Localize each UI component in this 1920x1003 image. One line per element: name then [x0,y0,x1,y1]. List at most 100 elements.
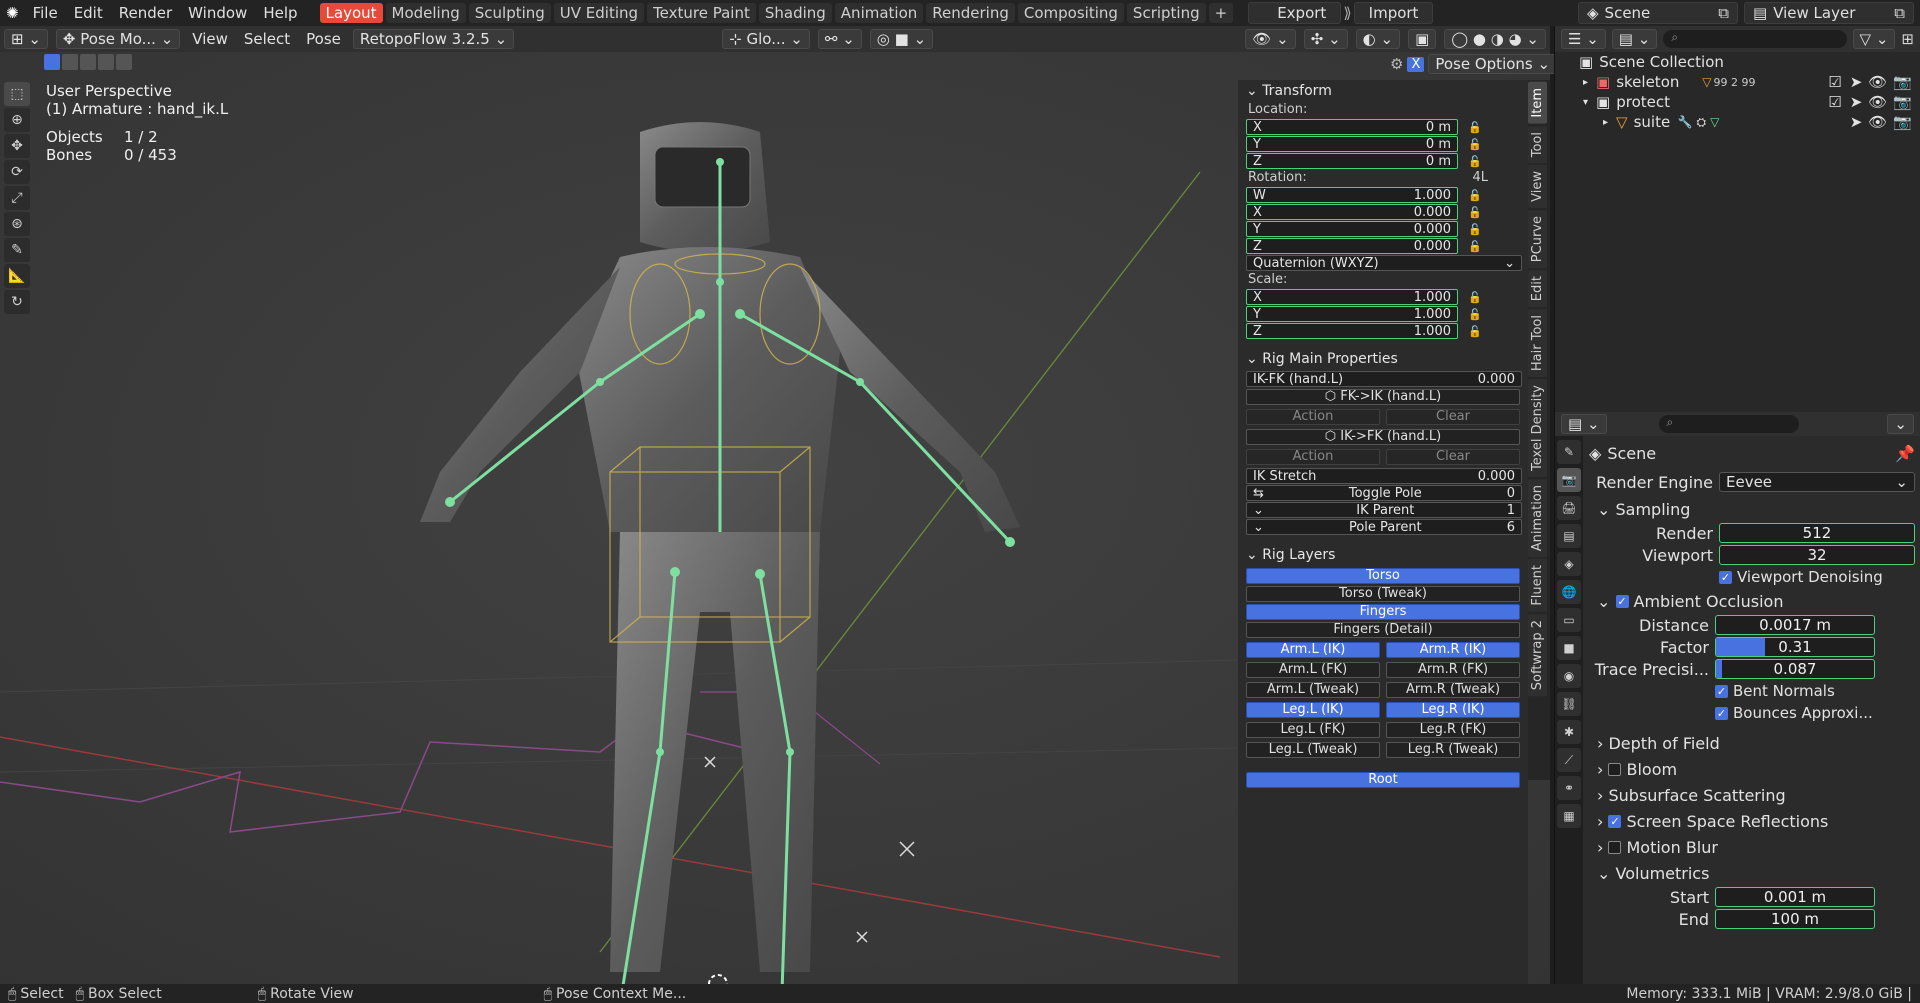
fk-to-ik-action-button[interactable]: Action [1246,409,1380,425]
eye-icon[interactable]: 👁 [1868,93,1887,111]
motion-blur-checkbox[interactable] [1608,840,1622,854]
rig-layers-panel-header[interactable]: ⌄ Rig Layers [1238,544,1528,566]
tab-texel-density[interactable]: Texel Density [1528,379,1547,478]
bent-normals-checkbox[interactable]: ✓ [1715,684,1728,698]
lock-icon[interactable]: 🔓 [1468,325,1482,338]
constraints-tab-icon[interactable]: ⛓ [1557,692,1581,716]
menu-file[interactable]: File [25,4,66,22]
tab-pcurve[interactable]: PCurve [1528,209,1547,268]
location-x-field[interactable]: X0 m [1246,119,1458,135]
close-x-icon[interactable]: X [1407,56,1425,72]
menu-edit[interactable]: Edit [66,4,111,22]
menu-select[interactable]: Select [236,30,298,48]
ambient-occlusion-header[interactable]: ⌄ ✓ Ambient Occlusion [1589,588,1915,614]
transform-orientation-selector[interactable]: ⊹ Glo... ⌄ [722,29,810,49]
ik-to-fk-clear-button[interactable]: Clear [1386,449,1520,465]
outliner-scene-collection[interactable]: ▣ Scene Collection [1555,52,1920,72]
outliner-search-input[interactable]: ⌕ [1663,30,1847,48]
object-data-tab-icon[interactable]: ✱ [1557,720,1581,744]
fk-to-ik-button[interactable]: ⬡ FK->IK (hand.L) [1246,389,1520,405]
select-mode-buttons[interactable] [44,54,132,70]
tab-uv-editing[interactable]: UV Editing [553,3,645,23]
scene-selector[interactable]: ◈ Scene ⧉ [1578,2,1738,24]
layer-fingers-button[interactable]: Fingers [1246,604,1520,620]
scale-z-field[interactable]: Z 1.000 [1246,323,1458,339]
volumetrics-header[interactable]: ⌄ Volumetrics [1589,860,1915,886]
render-samples-field[interactable]: 512 [1719,523,1915,543]
tab-shading[interactable]: Shading [758,3,832,23]
trace-precision-slider[interactable]: 0.087 [1715,659,1875,679]
scene-tab-icon[interactable]: ◈ [1557,552,1581,576]
blender-logo-icon[interactable]: ✺ [0,4,25,22]
subsurface-scattering-header[interactable]: › Subsurface Scattering [1589,782,1915,808]
properties-options-button[interactable]: ⌄ [1887,414,1914,434]
new-collection-icon[interactable]: ⊞ [1901,30,1914,48]
object-tab-icon[interactable]: ■ [1557,636,1581,660]
camera-icon[interactable]: 📷 [1893,113,1912,131]
lock-icon[interactable]: 🔓 [1468,291,1482,304]
rotation-w-field[interactable]: W 1.000 [1246,187,1458,203]
output-tab-icon[interactable]: 🖨 [1557,496,1581,520]
viewport-denoising-checkbox[interactable]: ✓ [1719,570,1732,584]
pivot-point-button[interactable]: ⚯ ⌄ [817,29,862,49]
tab-fluent[interactable]: Fluent [1528,559,1547,613]
render-tab-icon[interactable]: 📷 [1557,468,1581,492]
measure-tool-icon[interactable]: 📐 [4,264,30,288]
factor-slider[interactable]: 0.31 [1715,637,1875,657]
toggle-pole-field[interactable]: ⇆ Toggle Pole 0 [1246,485,1522,501]
viewport-denoising-row[interactable]: ✓ Viewport Denoising [1589,566,1915,588]
lock-icon[interactable]: 🔓 [1468,223,1482,236]
tool-tab-icon[interactable]: ✎ [1557,440,1581,464]
screen-space-reflections-header[interactable]: › ✓ Screen Space Reflections [1589,808,1915,834]
bone-tab-icon[interactable]: ⟋ [1557,748,1581,772]
layer-arm-l-fk-button[interactable]: Arm.L (FK) [1246,662,1380,678]
physics-tab-icon[interactable]: ◉ [1557,664,1581,688]
menu-pose[interactable]: Pose [298,30,349,48]
bone-constraint-tab-icon[interactable]: ⚭ [1557,776,1581,800]
tab-softwrap[interactable]: Softwrap 2 [1528,614,1547,697]
retopoflow-menu[interactable]: RetopoFlow 3.2.5 ⌄ [352,29,515,49]
outliner-row-protect[interactable]: ▾ ▣ protect ☑ ➤ 👁 📷 [1555,92,1920,112]
rotation-y-field[interactable]: Y 0.000 [1246,221,1458,237]
export-button[interactable]: Export [1248,2,1342,24]
render-engine-dropdown[interactable]: Eevee ⌄ [1719,472,1915,492]
visibility-toggle-button[interactable]: 👁 ⌄ [1245,29,1296,49]
layer-root-button[interactable]: Root [1246,772,1520,788]
bounces-row[interactable]: ✓ Bounces Approxi... [1589,702,1915,724]
lock-icon[interactable]: 🔓 [1468,240,1482,253]
menu-view[interactable]: View [184,30,236,48]
bloom-header[interactable]: › Bloom [1589,756,1915,782]
outliner-row-suite[interactable]: ▸ ▽ suite 🔧 ⛭ ▽ ➤ 👁 📷 [1555,112,1920,132]
ik-parent-field[interactable]: ⌄ IK Parent 1 [1246,502,1522,518]
motion-blur-header[interactable]: › Motion Blur [1589,834,1915,860]
sampling-header[interactable]: ⌄ Sampling [1589,496,1915,522]
import-button[interactable]: Import [1353,2,1434,24]
editor-type-button[interactable]: ⊞ ⌄ [4,29,48,49]
layer-fingers-detail-button[interactable]: Fingers (Detail) [1246,622,1520,638]
select-extend-icon[interactable] [62,54,78,70]
include-checkbox-icon[interactable]: ☑ [1828,73,1841,91]
bounces-checkbox[interactable]: ✓ [1715,706,1728,720]
outliner-row-skeleton[interactable]: ▸ ▣ skeleton ▽ 99 2 99 ☑ ➤ 👁 📷 [1555,72,1920,92]
add-workspace-button[interactable]: + [1208,3,1234,23]
tab-texture-paint[interactable]: Texture Paint [647,3,756,23]
tab-animation-sidebar[interactable]: Animation [1528,479,1547,558]
ik-to-fk-button[interactable]: ⬡ IK->FK (hand.L) [1246,429,1520,445]
proportional-edit-button[interactable]: ◎ ■ ⌄ [869,29,934,49]
properties-editor-type-button[interactable]: ▤ ⌄ [1561,414,1607,434]
pose-gizmo-icon[interactable]: ⚙ [1390,55,1403,73]
tab-edit[interactable]: Edit [1528,269,1547,308]
mode-selector[interactable]: ✥ Pose Mo... ⌄ [55,29,181,49]
ikfk-slider[interactable]: IK-FK (hand.L) 0.000 [1246,371,1522,387]
menu-render[interactable]: Render [111,4,180,22]
fk-to-ik-clear-button[interactable]: Clear [1386,409,1520,425]
layer-leg-r-ik-button[interactable]: Leg.R (IK) [1386,702,1520,718]
rotation-mode-dropdown[interactable]: Quaternion (WXYZ) ⌄ [1246,255,1522,271]
select-box-tool-icon[interactable]: ⬚ [4,82,30,106]
rotation-lock-4l[interactable]: 4L [1472,170,1488,186]
select-subtract-icon[interactable] [80,54,96,70]
selectable-arrow-icon[interactable]: ➤ [1850,73,1863,91]
select-new-icon[interactable] [44,54,60,70]
scale-y-field[interactable]: Y 1.000 [1246,306,1458,322]
tab-hair-tool[interactable]: Hair Tool [1528,309,1547,378]
